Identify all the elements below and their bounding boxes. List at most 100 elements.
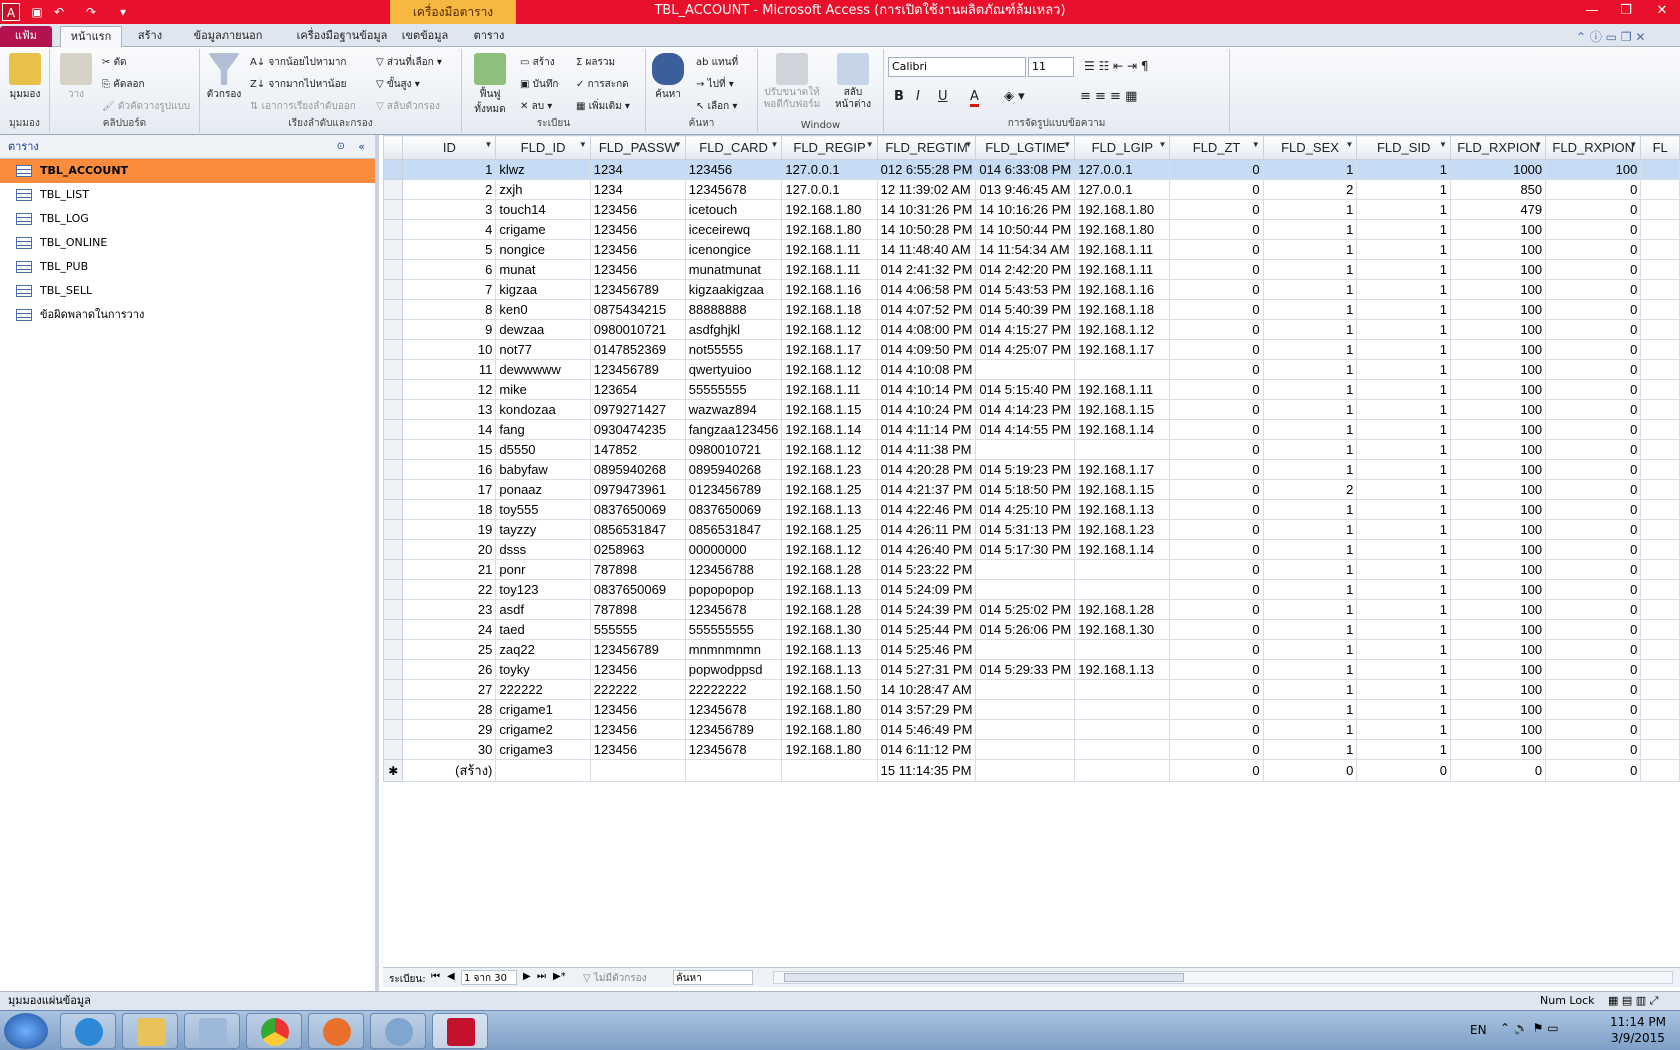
table-cell[interactable]: 0 [1545,419,1642,440]
table-cell[interactable]: 0 [1545,299,1642,320]
table-cell[interactable]: 014 5:26:06 PM [975,619,1076,640]
table-cell[interactable]: 1 [1262,739,1358,760]
table-cell[interactable]: 2 [1262,479,1358,500]
table-row[interactable]: 12 mike 123654 55555555 192.168.1.11 014 4:10… [383,379,1680,400]
table-cell[interactable] [1640,499,1680,520]
table-row[interactable]: 11 dewwwww 123456789 qwertyuioo 192.168.1.12… [383,359,1680,380]
table-cell[interactable]: 192.168.1.80 [781,719,878,740]
table-cell[interactable]: 014 4:26:40 PM [876,539,977,560]
table-cell[interactable]: d5550 [495,439,591,460]
table-cell[interactable]: 1 [1262,619,1358,640]
table-cell[interactable]: 123456 [589,739,686,760]
table-cell[interactable]: 0 [1545,259,1642,280]
table-cell[interactable]: 25 [402,639,497,660]
column-header[interactable]: FLD_CARD ▼ [684,135,783,160]
table-cell[interactable]: 0 [1169,219,1264,240]
table-cell[interactable]: 12345678 [684,179,783,200]
table-row[interactable]: 15 d5550 147852 0980010721 192.168.1.12 014 4… [383,439,1680,460]
table-cell[interactable]: toy555 [495,499,591,520]
table-cell[interactable]: 0856531847 [684,519,783,540]
column-dropdown-icon[interactable]: ▼ [1629,140,1637,149]
table-cell[interactable]: 0 [1169,399,1264,420]
row-selector[interactable] [383,359,404,380]
table-cell[interactable]: 0 [1545,399,1642,420]
table-cell[interactable]: 192.168.1.12 [1074,319,1171,340]
datasheet[interactable]: ID ▼ FLD_ID ▼ FLD_PASSW ▼ FLD_CARD ▼ FLD_REGIP ▼ F… [383,135,1680,967]
table-cell[interactable] [495,759,591,782]
table-cell[interactable]: 0 [1545,639,1642,660]
table-cell[interactable]: 12 11:39:02 AM [876,179,977,200]
table-cell[interactable]: 1 [1356,639,1451,660]
tab-external-data[interactable]: ข้อมูลภายนอก [180,26,276,47]
table-cell[interactable]: 0895940268 [589,459,686,480]
table-cell[interactable]: 014 5:23:22 PM [876,559,977,580]
table-cell[interactable]: 24 [402,619,497,640]
row-selector[interactable] [383,739,404,760]
row-selector[interactable] [383,459,404,480]
table-cell[interactable]: 100 [1449,359,1547,380]
table-cell[interactable]: 127.0.0.1 [1074,179,1171,200]
row-selector[interactable] [383,279,404,300]
table-cell[interactable]: 012 6:55:28 PM [876,159,977,180]
table-cell[interactable]: 0 [1169,499,1264,520]
nav-dropdown-icon[interactable]: ⊙ [337,135,345,159]
table-cell[interactable]: 12 [402,379,497,400]
toggle-filter-button[interactable]: ▽ สลับตัวกรอง [376,99,440,114]
row-selector[interactable] [383,499,404,520]
column-header[interactable]: FLD_SID ▼ [1356,135,1451,160]
table-cell[interactable]: 100 [1449,219,1547,240]
table-cell[interactable]: 192.168.1.13 [1074,499,1171,520]
row-selector[interactable] [383,199,404,220]
table-cell[interactable]: 0 [1169,619,1264,640]
table-cell[interactable]: 5 [402,239,497,260]
table-cell[interactable]: 55555555 [684,379,783,400]
table-cell[interactable]: 192.168.1.14 [1074,539,1171,560]
row-selector[interactable] [383,219,404,240]
italic-icon[interactable]: I [916,89,920,104]
column-dropdown-icon[interactable]: ▼ [484,140,492,149]
table-cell[interactable]: 0 [1545,739,1642,760]
more-button[interactable]: ▦ เพิ่มเติม ▾ [576,99,630,114]
table-cell[interactable]: 014 5:17:30 PM [975,539,1076,560]
table-cell[interactable]: popopopop [684,579,783,600]
table-cell[interactable]: 222222 [589,679,686,700]
table-cell[interactable]: 1 [1356,719,1451,740]
table-cell[interactable]: 0 [1169,339,1264,360]
table-cell[interactable]: 0 [1262,759,1358,782]
table-cell[interactable]: 123456 [589,699,686,720]
column-dropdown-icon[interactable]: ▼ [1534,140,1542,149]
table-cell[interactable] [975,699,1076,720]
table-cell[interactable]: 20 [402,539,497,560]
nav-item-table[interactable]: TBL_LIST [0,183,375,207]
table-cell[interactable]: 100 [1449,739,1547,760]
table-cell[interactable]: 1 [1262,299,1358,320]
table-cell[interactable]: 123456789 [589,639,686,660]
table-cell[interactable]: 1 [1262,419,1358,440]
table-cell[interactable]: 100 [1449,559,1547,580]
table-cell[interactable]: 014 6:11:12 PM [876,739,977,760]
table-cell[interactable]: 9 [402,319,497,340]
table-cell[interactable]: 0 [1169,479,1264,500]
table-cell[interactable]: 100 [1449,499,1547,520]
table-cell[interactable]: 100 [1449,259,1547,280]
row-selector[interactable] [383,599,404,620]
font-color-icon[interactable]: A [970,89,979,107]
table-cell[interactable]: 100 [1449,239,1547,260]
table-cell[interactable]: 014 5:40:39 PM [975,299,1076,320]
table-cell[interactable]: 014 4:10:08 PM [876,359,977,380]
table-cell[interactable]: 0 [1169,719,1264,740]
table-cell[interactable]: 014 4:08:00 PM [876,319,977,340]
table-row[interactable]: 10 not77 0147852369 not55555 192.168.1.17 014… [383,339,1680,360]
table-cell[interactable]: 014 5:43:53 PM [975,279,1076,300]
table-cell[interactable]: 0837650069 [684,499,783,520]
table-cell[interactable]: crigame1 [495,699,591,720]
table-row[interactable]: 5 nongice 123456 icenongice 192.168.1.11 14 1… [383,239,1680,260]
taskbar-ie[interactable] [60,1013,116,1049]
table-cell[interactable]: 100 [1449,299,1547,320]
table-row[interactable]: 8 ken0 0875434215 88888888 192.168.1.18 014 4… [383,299,1680,320]
table-cell[interactable]: 100 [1449,579,1547,600]
nav-item-table[interactable]: TBL_PUB [0,255,375,279]
table-cell[interactable]: 88888888 [684,299,783,320]
table-cell[interactable] [1640,259,1680,280]
new-record-nav-icon[interactable]: ▶* [553,971,566,982]
